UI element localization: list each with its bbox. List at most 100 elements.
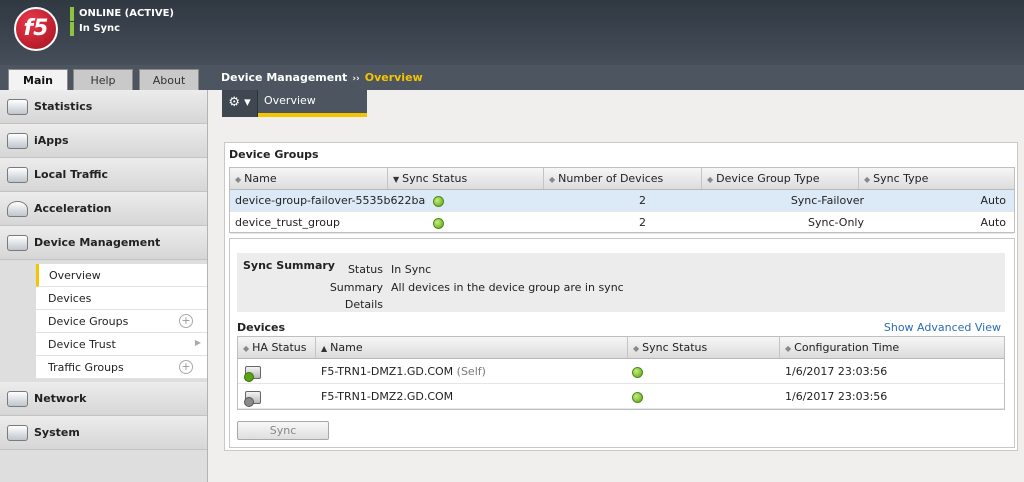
sync-status-cell xyxy=(628,359,780,383)
table-header: ◆ HA Status ▲ Name ◆ Sync Status ◆ Configura… xyxy=(238,337,1004,359)
devices-table: ◆ HA Status ▲ Name ◆ Sync Status ◆ Configura… xyxy=(237,336,1005,410)
column-header-device-group-type[interactable]: ◆ Device Group Type xyxy=(702,168,859,189)
table-header: ◆ Name ▼ Sync Status ◆ Number of Devices ◆ D… xyxy=(230,168,1014,190)
ha-status-cell xyxy=(238,384,316,408)
group-type: Sync-Failover xyxy=(790,194,864,207)
sync-type: Auto xyxy=(980,194,1006,207)
subnav-label: Device Groups xyxy=(48,314,129,328)
sync-status-cell xyxy=(426,212,610,233)
configuration-time: 1/6/2017 23:03:56 xyxy=(785,390,888,403)
sidebar-item-statistics[interactable]: Statistics xyxy=(0,90,207,124)
column-header-name[interactable]: ◆ Name xyxy=(230,168,388,189)
table-row[interactable]: F5-TRN1-DMZ1.GD.COM (Self) 1/6/2017 23:0… xyxy=(238,359,1004,384)
tab-help[interactable]: Help xyxy=(73,69,133,90)
sync-ok-icon xyxy=(433,217,444,229)
sync-button[interactable]: Sync xyxy=(237,421,329,440)
main-content: ⚙ ▾ Overview Device Groups ◆ Name ▼ Sync S… xyxy=(208,90,1024,482)
status-value: In Sync xyxy=(391,263,432,276)
ha-status-cell xyxy=(238,359,316,383)
device-name[interactable]: F5-TRN1-DMZ2.GD.COM xyxy=(316,384,628,408)
table-row[interactable]: F5-TRN1-DMZ2.GD.COM 1/6/2017 23:03:56 xyxy=(238,384,1004,409)
device-groups-table: ◆ Name ▼ Sync Status ◆ Number of Devices ◆ D… xyxy=(229,167,1015,234)
show-advanced-view-link[interactable]: Show Advanced View xyxy=(884,321,1001,334)
device-groups-title: Device Groups xyxy=(229,148,319,161)
network-icon xyxy=(7,390,28,407)
subnav-overview[interactable]: Overview xyxy=(36,264,207,287)
subnav-label: Overview xyxy=(49,268,101,282)
system-icon xyxy=(7,424,28,441)
subnav-device-groups[interactable]: Device Groups + xyxy=(36,310,207,333)
sidebar-item-label: iApps xyxy=(34,134,69,147)
iapps-gear-icon xyxy=(7,132,28,149)
add-traffic-group-icon[interactable]: + xyxy=(179,360,193,374)
statistics-chart-icon xyxy=(7,98,28,115)
sync-ok-icon xyxy=(632,366,643,378)
local-traffic-icon xyxy=(7,166,28,183)
sidebar-item-label: Local Traffic xyxy=(34,168,109,181)
tab-main[interactable]: Main xyxy=(8,69,68,90)
server-active-icon xyxy=(244,365,261,382)
subnav-device-trust[interactable]: Device Trust ▶ xyxy=(36,333,207,356)
tab-overview[interactable]: Overview xyxy=(258,90,367,117)
group-name[interactable]: device-group-failover-5535b622baea xyxy=(230,190,426,211)
devices-title: Devices xyxy=(237,321,286,334)
column-header-ha-status[interactable]: ◆ HA Status xyxy=(238,337,316,358)
add-device-group-icon[interactable]: + xyxy=(179,314,193,328)
column-header-configuration-time[interactable]: ◆ Configuration Time xyxy=(780,337,1004,358)
breadcrumb-current: Overview xyxy=(364,71,423,84)
column-header-sync-status[interactable]: ◆ Sync Status xyxy=(628,337,780,358)
group-name[interactable]: device_trust_group xyxy=(230,212,426,233)
sidebar-item-label: Statistics xyxy=(34,100,93,113)
subnav-devices[interactable]: Devices xyxy=(36,287,207,310)
column-header-name[interactable]: ▲ Name xyxy=(316,337,628,358)
subnav-traffic-groups[interactable]: Traffic Groups + xyxy=(36,356,207,379)
top-banner: f5 ONLINE (ACTIVE) In Sync xyxy=(0,0,1024,65)
sidebar-item-iapps[interactable]: iApps xyxy=(0,124,207,158)
online-status: ONLINE (ACTIVE) xyxy=(70,7,174,21)
column-header-sync-status[interactable]: ▼ Sync Status xyxy=(388,168,544,189)
sync-status-indicator: In Sync xyxy=(70,22,120,36)
device-count: 2 xyxy=(639,216,646,229)
sidebar: Statistics iApps Local Traffic Accelerat… xyxy=(0,90,208,482)
sync-type: Auto xyxy=(980,216,1006,229)
device-name[interactable]: F5-TRN1-DMZ1.GD.COM (Self) xyxy=(316,359,628,383)
sidebar-item-local-traffic[interactable]: Local Traffic xyxy=(0,158,207,192)
sidebar-item-label: Acceleration xyxy=(34,202,112,215)
breadcrumb-section[interactable]: Device Management xyxy=(221,71,347,84)
breadcrumb-separator: ›› xyxy=(352,74,360,84)
sync-ok-icon xyxy=(632,391,643,403)
f5-logo: f5 xyxy=(14,7,58,51)
sync-summary-box: Sync Summary Status In Sync Summary All … xyxy=(237,253,1005,312)
main-tab-bar: Main Help About xyxy=(0,65,1024,90)
status-label: Status xyxy=(347,263,383,276)
server-standby-icon xyxy=(244,390,261,407)
column-header-number-of-devices[interactable]: ◆ Number of Devices xyxy=(544,168,702,189)
sidebar-item-acceleration[interactable]: Acceleration xyxy=(0,192,207,226)
sidebar-item-label: System xyxy=(34,426,80,439)
summary-label: Summary xyxy=(329,281,383,294)
sidebar-item-device-management[interactable]: Device Management xyxy=(0,226,207,260)
sync-ok-icon xyxy=(433,195,444,207)
device-management-icon xyxy=(7,234,28,251)
subnav-label: Devices xyxy=(48,291,92,305)
table-row[interactable]: device_trust_group 2 Sync-Only Auto xyxy=(230,212,1014,234)
sidebar-item-label: Network xyxy=(34,392,87,405)
column-header-sync-type[interactable]: ◆ Sync Type xyxy=(859,168,1014,189)
subnav-label: Device Trust xyxy=(48,337,116,351)
table-row[interactable]: device-group-failover-5535b622baea 2 Syn… xyxy=(230,190,1014,212)
breadcrumb: Device Management ›› Overview xyxy=(221,66,423,91)
sidebar-item-network[interactable]: Network xyxy=(0,382,207,416)
sort-icon: ◆ xyxy=(243,344,250,353)
sidebar-item-system[interactable]: System xyxy=(0,416,207,450)
sort-icon: ◆ xyxy=(235,175,242,184)
configuration-time: 1/6/2017 23:03:56 xyxy=(785,365,888,378)
device-count: 2 xyxy=(639,194,646,207)
details-label: Details xyxy=(344,298,383,311)
gear-icon[interactable]: ⚙ ▾ xyxy=(222,90,258,117)
summary-value: All devices in the device group are in s… xyxy=(391,281,624,294)
subnav-label: Traffic Groups xyxy=(48,360,124,374)
sync-status-cell xyxy=(628,384,780,408)
sync-status-cell xyxy=(426,190,610,211)
sync-summary-title: Sync Summary xyxy=(243,259,335,272)
tab-about[interactable]: About xyxy=(139,69,199,90)
